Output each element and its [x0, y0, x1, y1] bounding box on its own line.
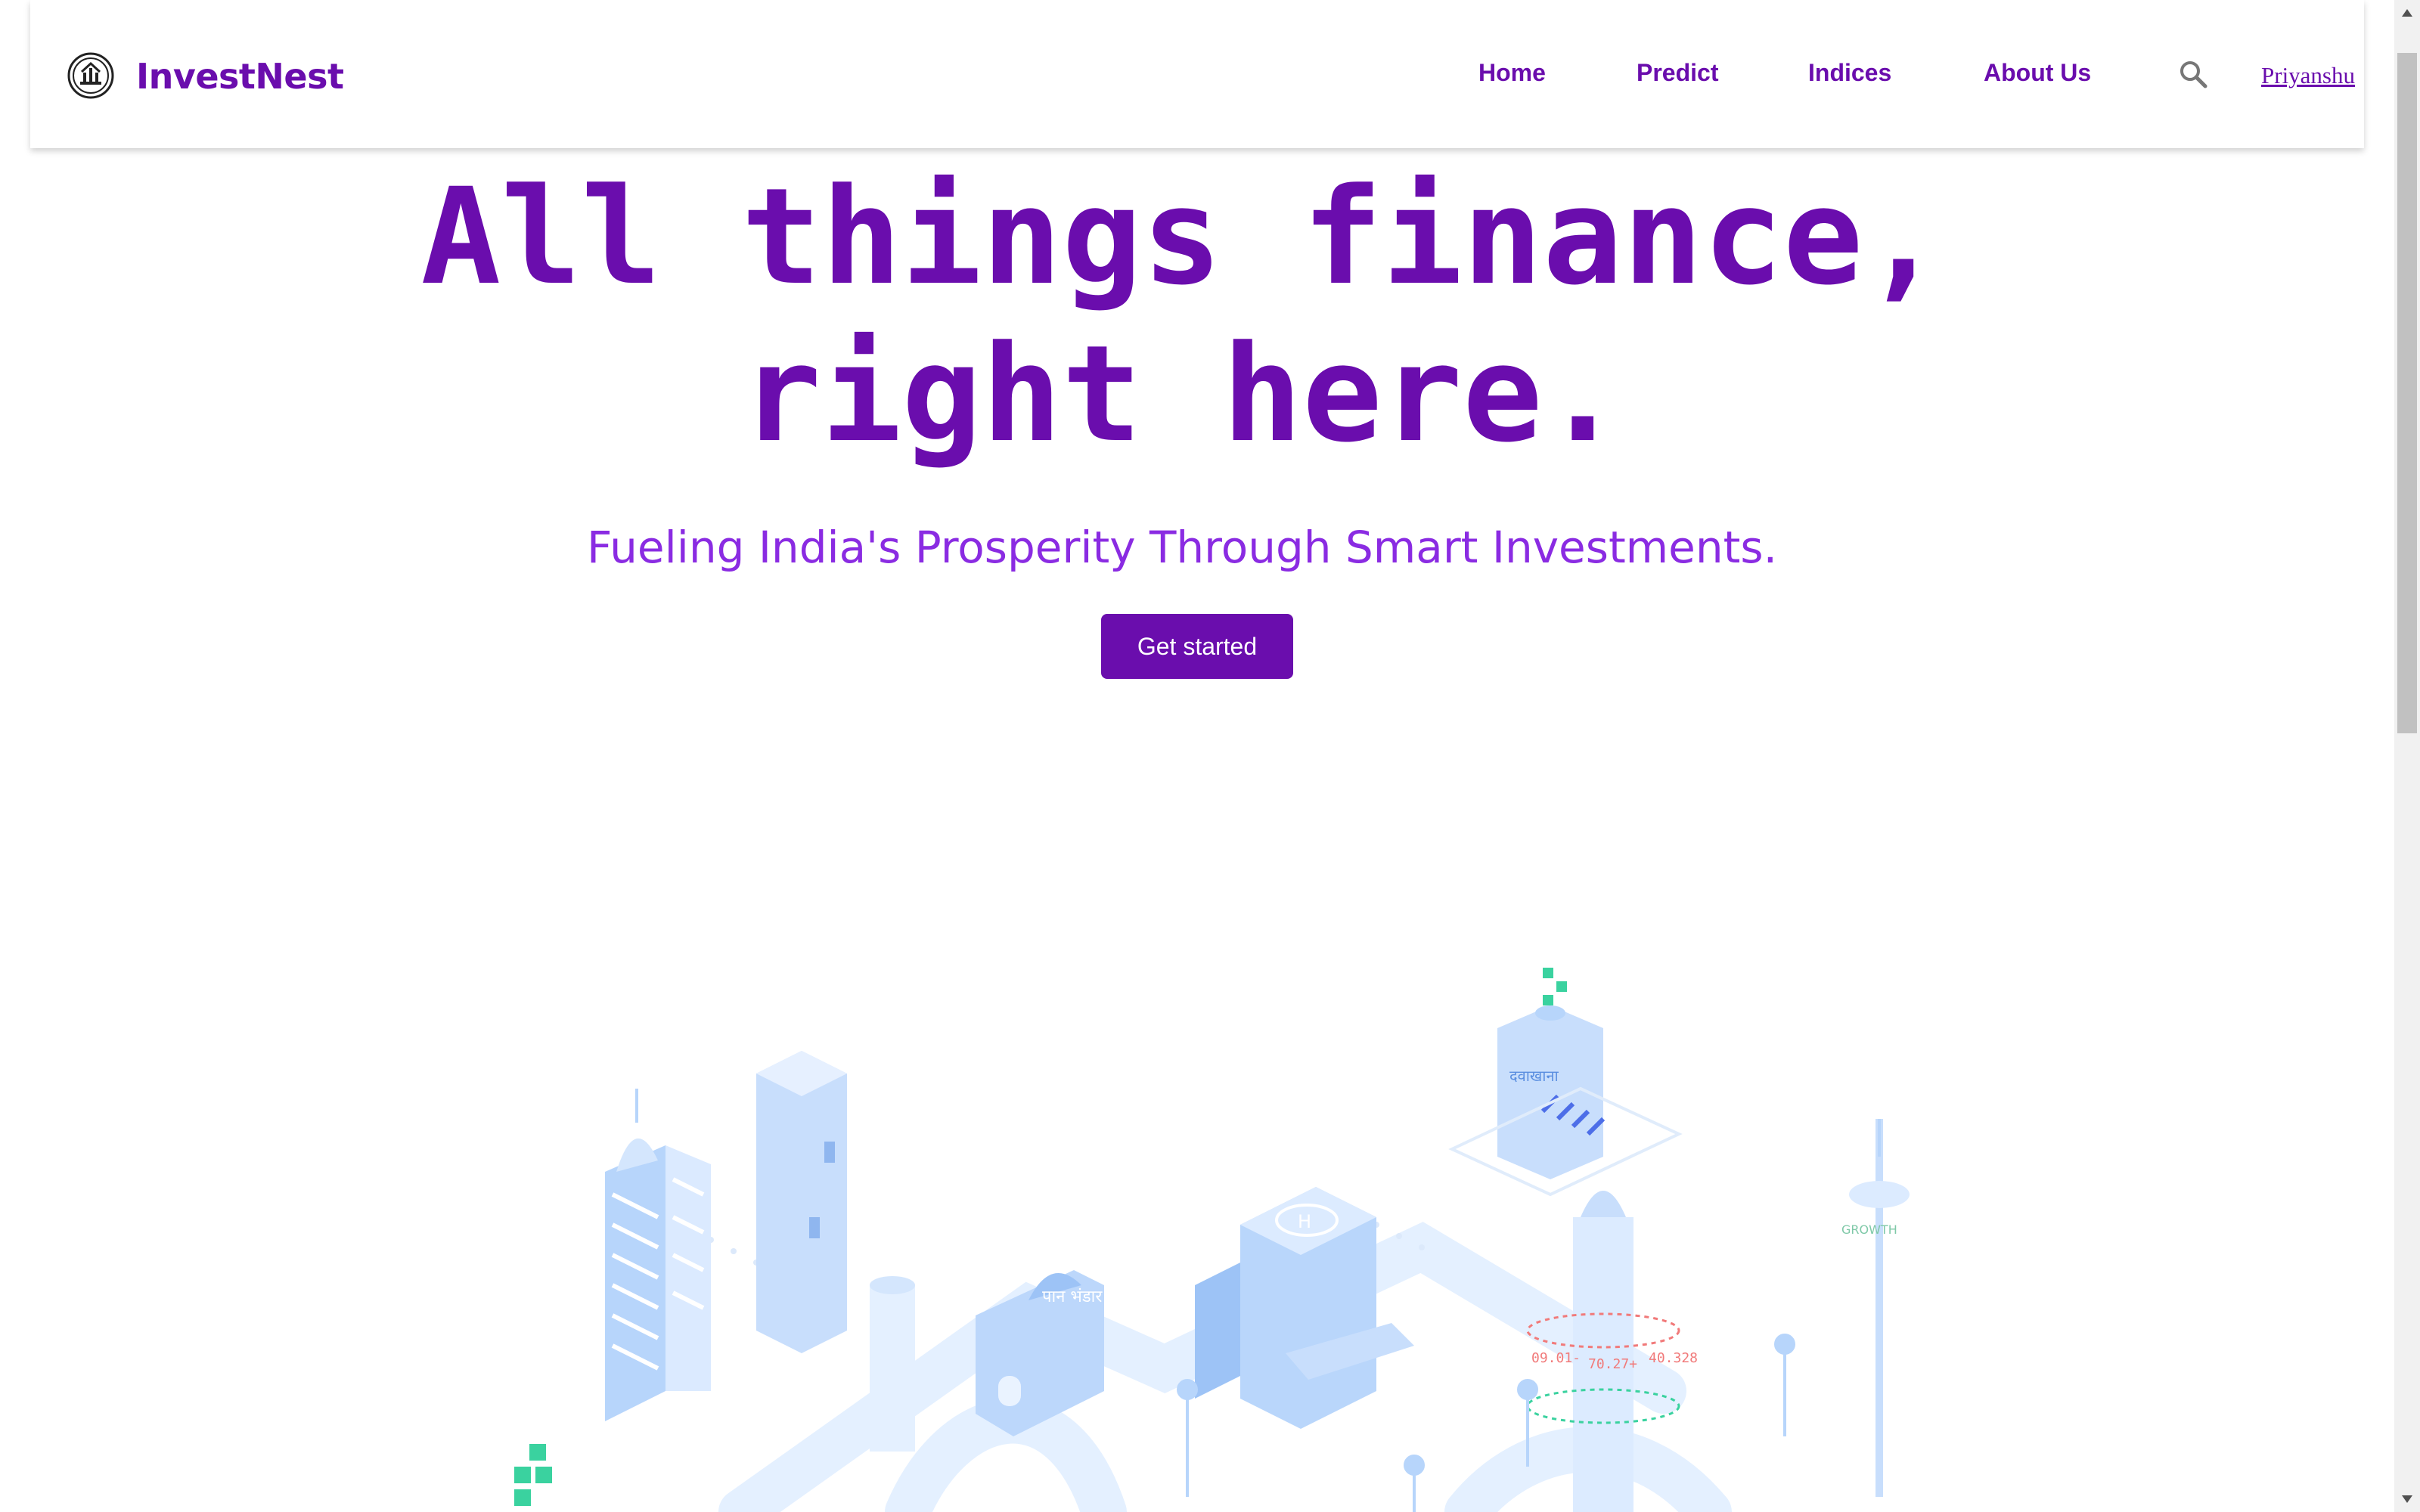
ticker-value-1: 09.01- — [1531, 1350, 1581, 1366]
pan-shop-sign: पान भंडार — [1042, 1287, 1103, 1306]
city-illustration: पान भंडार H दवाखाना 09.01- 70.27+ 40.328 — [514, 968, 1910, 1512]
hero-title-line-1: All things finance, — [420, 160, 1944, 314]
ticker-value-3: 40.328 — [1649, 1350, 1698, 1366]
scroll-down-arrow-icon[interactable] — [2394, 1486, 2420, 1512]
investnest-logo-icon[interactable] — [67, 51, 115, 100]
pharmacy-sign: दवाखाना — [1509, 1067, 1559, 1085]
top-navbar: InvestNest Home Predict Indices About Us… — [30, 0, 2364, 148]
nav-home[interactable]: Home — [1478, 59, 1546, 87]
tower-left — [605, 1089, 711, 1421]
search-icon[interactable] — [2178, 59, 2208, 89]
cylinder-building — [870, 1276, 915, 1452]
helipad-building: H — [1195, 1187, 1414, 1429]
scrollbar-thumb[interactable] — [2397, 53, 2417, 733]
svg-text:H: H — [1298, 1211, 1311, 1232]
nav-predict[interactable]: Predict — [1637, 59, 1718, 87]
tv-tower: GROWTH — [1841, 1119, 1910, 1497]
nav-about-us[interactable]: About Us — [1984, 59, 2091, 87]
ticker-value-2: 70.27+ — [1588, 1356, 1637, 1372]
hero-title: All things finance, right here. — [0, 159, 2364, 473]
user-profile-link[interactable]: Priyanshu — [2261, 62, 2355, 89]
scroll-up-arrow-icon[interactable] — [2394, 0, 2420, 26]
tower-label: GROWTH — [1841, 1222, 1897, 1237]
get-started-button[interactable]: Get started — [1101, 614, 1293, 679]
pan-shop: पान भंडार — [976, 1270, 1104, 1436]
vertical-scrollbar[interactable] — [2394, 0, 2420, 1512]
brand-name[interactable]: InvestNest — [136, 56, 344, 97]
hero-title-line-2: right here. — [741, 317, 1623, 472]
tower-block — [756, 1051, 847, 1353]
pharmacy-building: दवाखाना — [1448, 968, 1683, 1197]
nav-indices[interactable]: Indices — [1808, 59, 1891, 87]
hero-subtitle: Fueling India's Prosperity Through Smart… — [586, 522, 1778, 573]
